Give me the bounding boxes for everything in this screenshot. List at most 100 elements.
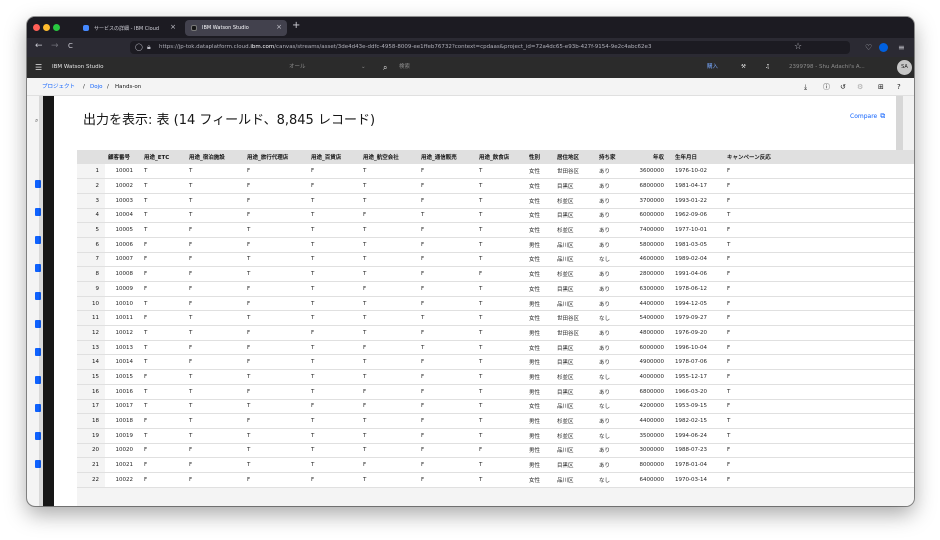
table-row[interactable]: 5 10005 T F T T T F T 女性 杉並区 あり 7400000 1977-10-01 F [77,222,914,238]
table-cell: T [308,354,360,371]
table-cell: F [141,472,186,488]
column-header[interactable]: 持ち家 [596,150,632,164]
modal-title: 出力を表示: 表 (14 フィールド、8,845 レコード) [83,113,376,128]
column-header[interactable]: 用途_通信販売 [418,150,476,164]
table-row[interactable]: 19 10019 T T T T T F T 男性 杉並区 なし 3500000 1994-06-24 T [77,428,914,444]
tab-close-icon[interactable]: × [276,23,282,31]
table-row[interactable]: 16 10016 T T F T F F T 男性 目黒区 あり 6800000 1966-03-20 T [77,384,914,400]
table-row[interactable]: 20 10020 F F T T T F F 男性 品川区 あり 3000000 1988-07-23 F [77,443,914,459]
help-icon[interactable]: ? [897,78,901,96]
hamburger-menu-icon[interactable]: ☰ [35,57,42,78]
table-cell: 10016 [105,384,141,400]
shield-icon[interactable]: ◯ [135,41,143,54]
settings-icon[interactable]: ⚙ [857,78,863,96]
account-icon[interactable] [879,43,888,52]
column-header-index[interactable] [77,150,105,164]
search-icon[interactable]: ⌕ [35,117,38,125]
tab-close-icon[interactable]: × [170,23,176,31]
url-text[interactable]: https://jp-tok.dataplatform.cloud.ibm.co… [159,41,651,54]
minimize-window-button[interactable] [43,24,50,31]
table-cell: なし [596,472,632,488]
bookmark-star-icon[interactable]: ☆ [794,41,802,54]
row-index: 7 [77,252,105,268]
avatar[interactable]: SA [897,60,912,75]
table-row[interactable]: 17 10017 T T T F F F T 女性 品川区 なし 4200000 1953-09-15 F [77,399,914,415]
product-title[interactable]: IBM Watson Studio [52,57,104,78]
back-icon[interactable]: ← [35,41,43,51]
account-switcher[interactable]: 2399798 - Shu Adachi's A... [789,57,865,78]
search-icon[interactable]: ⌕ [383,57,387,78]
table-row[interactable]: 3 10003 T T F T T F T 女性 杉並区 あり 3700000 1993-01-22 F [77,193,914,209]
info-icon[interactable]: ⓘ [823,78,830,96]
table-cell: 1977-10-01 [672,222,724,238]
menu-icon[interactable]: ≡ [898,41,905,54]
column-header[interactable]: 用途_百貨店 [308,150,360,164]
table-cell: F [308,472,360,488]
table-cell: F [308,164,360,180]
download-icon[interactable]: ⤓ [804,78,807,96]
table-cell: 4400000 [632,413,672,429]
table-row[interactable]: 15 10015 F T T T T F T 男性 杉並区 なし 4000000 1955-12-17 F [77,369,914,385]
forward-icon[interactable]: → [51,41,59,51]
table-cell: T [476,325,526,341]
table-row[interactable]: 8 10008 F F T T T F F 女性 杉並区 あり 2800000 1991-04-06 F [77,266,914,282]
breadcrumb-projects[interactable]: プロジェクト [42,78,75,96]
chevron-down-icon[interactable]: ⌄ [361,57,366,78]
table-row[interactable]: 13 10013 T F F T F T T 女性 目黒区 あり 6000000 1996-10-04 F [77,340,914,356]
search-input[interactable]: 検索 [399,57,410,78]
table-row[interactable]: 22 10022 F F F F T F T 女性 品川区 なし 6400000 1970-03-14 F [77,472,914,488]
table-row[interactable]: 11 10011 F T T T T T T 女性 世田谷区 なし 5400000 1979-09-27 F [77,310,914,327]
tools-icon[interactable]: ⚒ [741,57,746,78]
compare-button[interactable]: Compare ⧉ [850,112,885,121]
table-cell: 1989-02-04 [672,252,724,268]
zoom-window-button[interactable] [53,24,60,31]
table-row[interactable]: 2 10002 T T F F T F T 女性 目黒区 あり 6800000 1981-04-17 F [77,178,914,194]
close-window-button[interactable] [33,24,40,31]
row-index: 18 [77,413,105,429]
table-row[interactable]: 1 10001 T T F F T F T 女性 世田谷区 あり 3600000 1976-10-02 F [77,164,914,180]
column-header[interactable]: 用途_旅行代理店 [244,150,308,164]
reload-icon[interactable]: C [68,42,73,50]
table-cell: F [418,325,476,341]
table-cell: F [476,266,526,282]
layout-icon[interactable]: ⊞ [878,78,884,96]
breadcrumb-dojo[interactable]: Dojo [90,78,103,96]
table-row[interactable]: 6 10006 F F F T T F T 男性 品川区 あり 5800000 1981-03-05 T [77,237,914,253]
table-row[interactable]: 10 10010 T F F T T F T 男性 品川区 あり 4400000 1994-12-05 F [77,296,914,312]
table-cell: T [360,178,418,194]
table-cell: 男性 [526,237,554,253]
table-cell: F [141,443,186,459]
scope-select[interactable]: オール [289,57,306,78]
history-icon[interactable]: ↺ [840,78,846,96]
table-cell: T [360,266,418,282]
column-header[interactable]: 年収 [632,150,672,164]
table-row[interactable]: 9 10009 F F F T F F T 女性 目黒区 あり 6300000 1978-06-12 F [77,281,914,297]
table-cell: T [308,266,360,282]
column-header[interactable]: 生年月日 [672,150,724,164]
notification-bell-icon[interactable]: ♫ [765,57,770,78]
pocket-icon[interactable]: ♡ [865,41,872,54]
lock-icon[interactable]: 🔒︎ [147,41,151,54]
column-header[interactable]: 用途_飲食店 [476,150,526,164]
table-cell: 杉並区 [554,369,596,385]
column-header[interactable]: 用途_ETC [141,150,186,164]
tab-watson-studio[interactable]: IBM Watson Studio × [185,20,287,36]
column-header[interactable]: キャンペーン反応 [724,150,914,164]
new-tab-button[interactable]: + [292,20,300,31]
column-header[interactable]: 居住地区 [554,150,596,164]
column-header[interactable]: 顧客番号 [105,150,141,164]
table-row[interactable]: 14 10014 T F F T T F T 男性 目黒区 あり 4900000 1978-07-06 F [77,354,914,371]
table-row[interactable]: 7 10007 F F T T T F T 女性 品川区 なし 4600000 1989-02-04 F [77,252,914,268]
table-cell: F [186,266,244,282]
table-row[interactable]: 18 10018 F T F T T F T 男性 杉並区 あり 4400000 1982-02-15 T [77,413,914,429]
table-cell: F [244,384,308,400]
column-header[interactable]: 用途_航空会社 [360,150,418,164]
table-row[interactable]: 4 10004 T T F T F T T 女性 目黒区 あり 6000000 1962-09-06 T [77,208,914,224]
tab-ibm-cloud[interactable]: サービスの詳細 - IBM Cloud × [77,20,181,36]
table-row[interactable]: 12 10012 T T F F T F T 男性 世田谷区 あり 4800000 1976-09-20 F [77,325,914,341]
data-table[interactable]: 顧客番号 用途_ETC 用途_宿泊施設 用途_旅行代理店 用途_百貨店 用途_航空会社 用途… [77,150,914,506]
table-row[interactable]: 21 10021 F F T T F F T 男性 目黒区 あり 8000000 1978-01-04 F [77,457,914,473]
upgrade-link[interactable]: 購入 [707,57,718,78]
column-header[interactable]: 用途_宿泊施設 [186,150,244,164]
column-header[interactable]: 性別 [526,150,554,164]
